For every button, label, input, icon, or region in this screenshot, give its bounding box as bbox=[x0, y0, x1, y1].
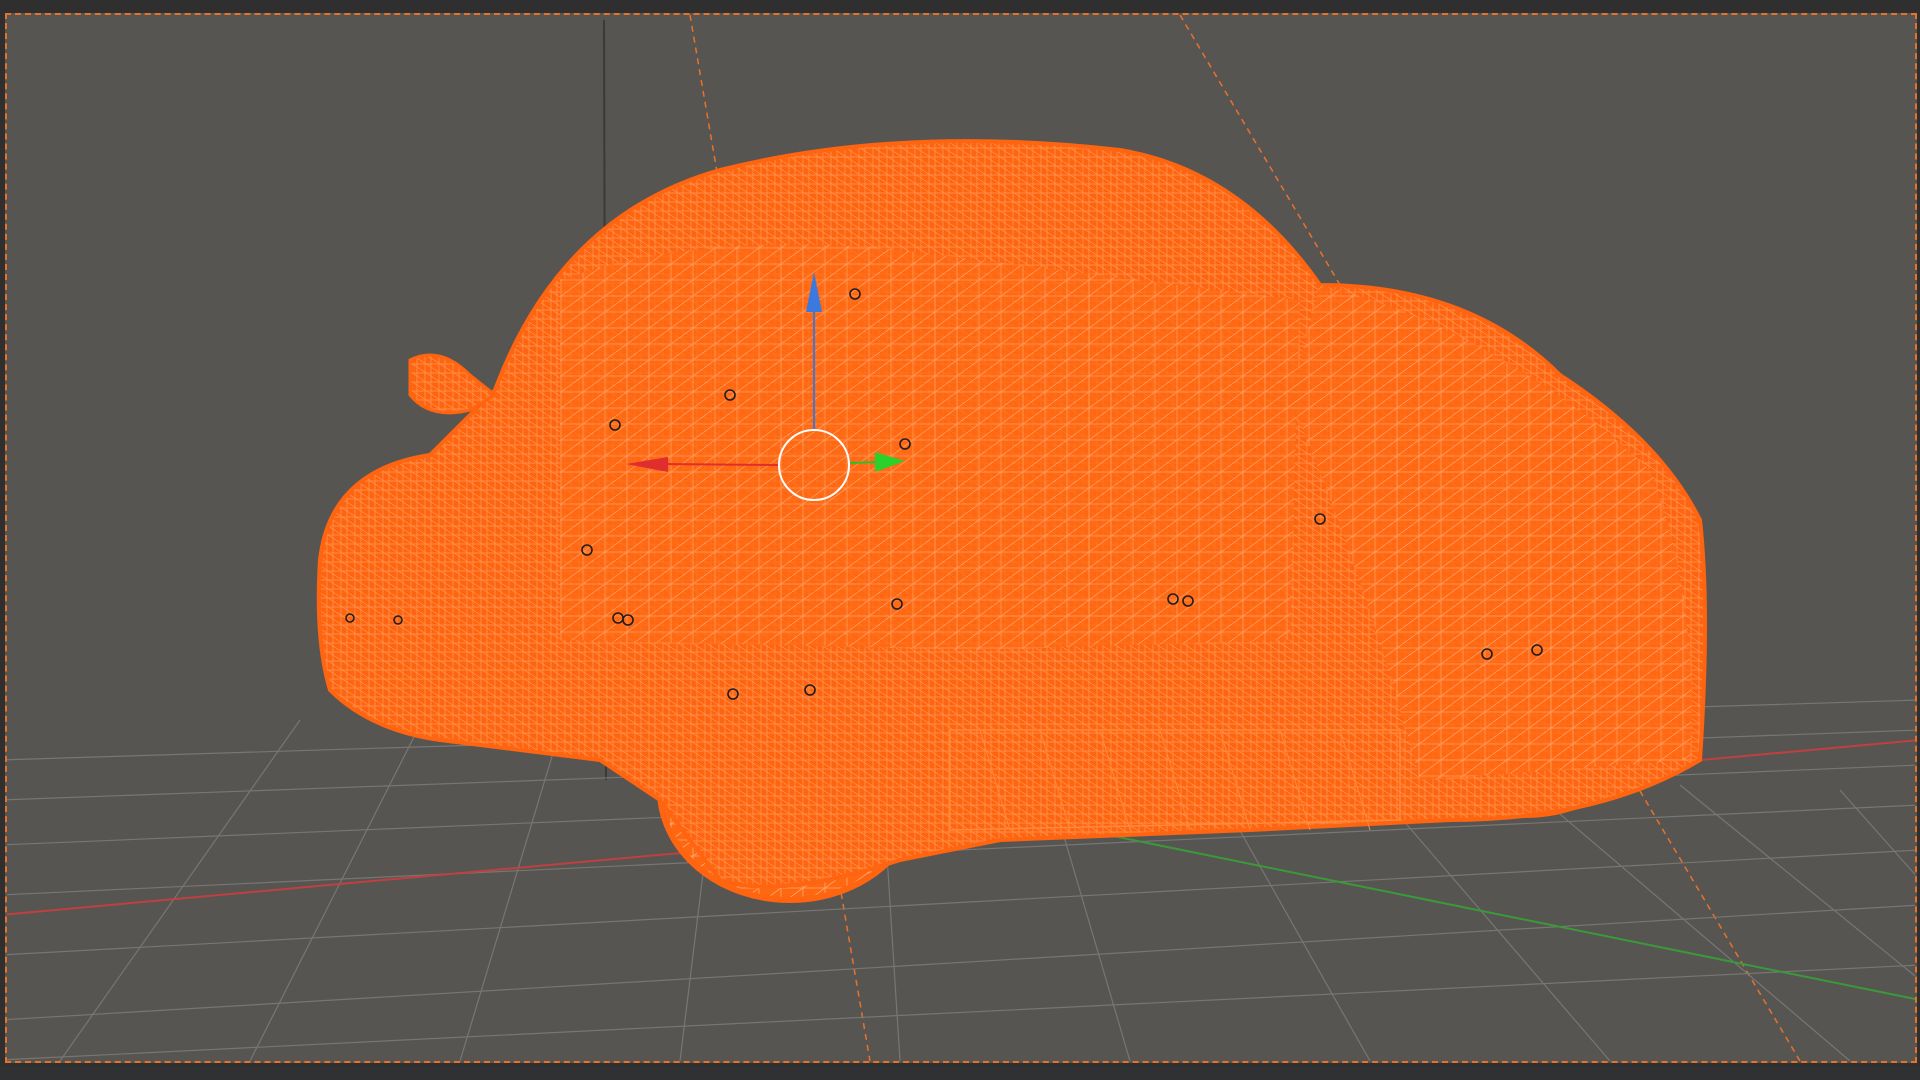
car-wireframe[interactable] bbox=[316, 139, 1707, 903]
x-axis-handle-line[interactable] bbox=[659, 463, 781, 466]
window-area[interactable] bbox=[560, 244, 1300, 650]
side-mirror[interactable] bbox=[408, 353, 498, 415]
viewport-scene[interactable] bbox=[0, 0, 1920, 1080]
